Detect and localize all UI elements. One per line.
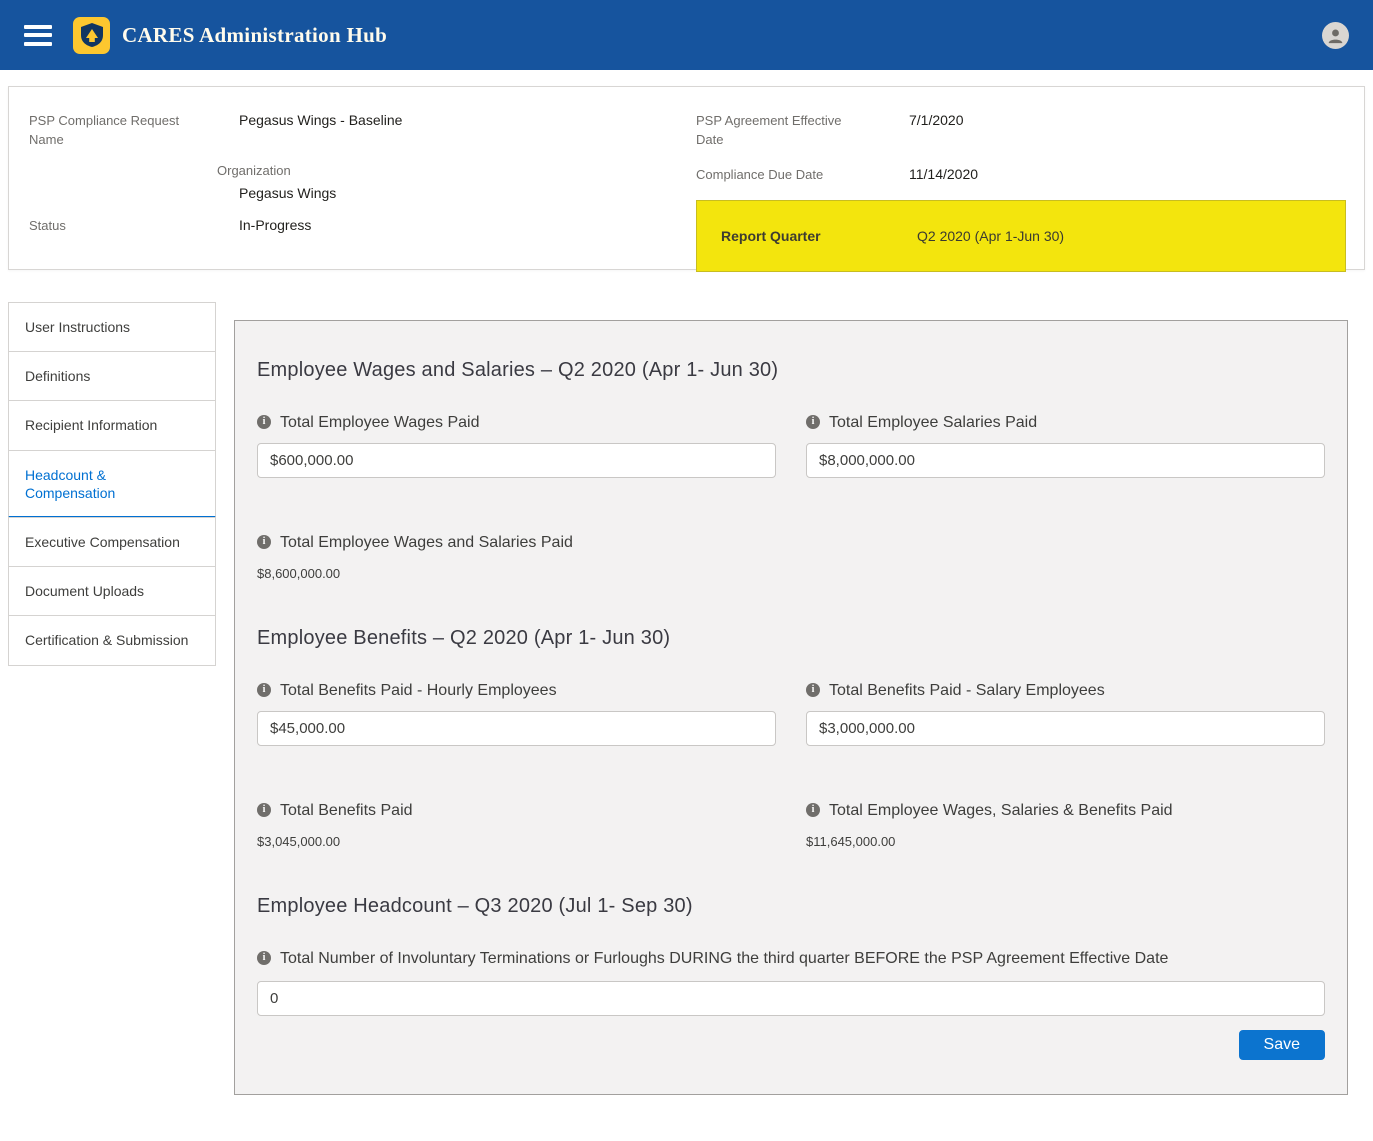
- info-icon[interactable]: [257, 803, 271, 817]
- sidebar-item-recipient-information[interactable]: Recipient Information: [8, 400, 216, 450]
- benefits-salary-label: Total Benefits Paid - Salary Employees: [829, 680, 1105, 702]
- summary-row-request-name: PSP Compliance Request Name Pegasus Wing…: [29, 111, 696, 150]
- sidebar-item-document-uploads[interactable]: Document Uploads: [8, 566, 216, 616]
- field-label-row: Total Employee Wages Paid: [257, 412, 776, 434]
- wages-salaries-section-title: Employee Wages and Salaries – Q2 2020 (A…: [257, 359, 1325, 382]
- content-area: User Instructions Definitions Recipient …: [0, 270, 1373, 1125]
- compliance-summary-card: PSP Compliance Request Name Pegasus Wing…: [8, 86, 1365, 270]
- benefits-section-title: Employee Benefits – Q2 2020 (Apr 1- Jun …: [257, 627, 1325, 650]
- info-icon[interactable]: [806, 415, 820, 429]
- computed-total-wages-salaries-benefits: Total Employee Wages, Salaries & Benefit…: [806, 800, 1325, 850]
- status-label: Status: [29, 216, 184, 236]
- total-benefits-value: $3,045,000.00: [257, 834, 776, 849]
- report-quarter-value: Q2 2020 (Apr 1-Jun 30): [917, 228, 1064, 244]
- save-button[interactable]: Save: [1239, 1030, 1325, 1060]
- field-label-row: Total Employee Wages and Salaries Paid: [257, 532, 776, 554]
- field-label-row: Total Benefits Paid - Hourly Employees: [257, 680, 776, 702]
- sidebar-item-headcount-compensation[interactable]: Headcount & Compensation: [8, 450, 216, 518]
- form-field-benefits-salary: Total Benefits Paid - Salary Employees: [806, 680, 1325, 746]
- info-icon[interactable]: [257, 951, 271, 965]
- due-date-value: 11/14/2020: [909, 165, 1346, 185]
- total-wages-salaries-benefits-label: Total Employee Wages, Salaries & Benefit…: [829, 800, 1173, 822]
- total-salaries-label: Total Employee Salaries Paid: [829, 412, 1037, 434]
- person-icon: [1327, 27, 1344, 44]
- field-label-row: Total Benefits Paid: [257, 800, 776, 822]
- field-label-row: Total Number of Involuntary Terminations…: [257, 948, 1325, 970]
- computed-total-wages-salaries: Total Employee Wages and Salaries Paid $…: [257, 532, 776, 582]
- organization-value: Pegasus Wings: [239, 184, 696, 204]
- info-icon[interactable]: [257, 683, 271, 697]
- total-wages-salaries-label: Total Employee Wages and Salaries Paid: [280, 532, 573, 554]
- total-wages-salaries-benefits-value: $11,645,000.00: [806, 834, 1325, 849]
- request-name-value: Pegasus Wings - Baseline: [239, 111, 696, 150]
- summary-left-column: PSP Compliance Request Name Pegasus Wing…: [29, 111, 696, 255]
- form-field-benefits-hourly: Total Benefits Paid - Hourly Employees: [257, 680, 776, 746]
- spacer: [29, 163, 184, 204]
- benefits-field-row: Total Benefits Paid - Hourly Employees T…: [257, 680, 1325, 746]
- report-quarter-label: Report Quarter: [721, 228, 917, 244]
- organization-stack: Organization Pegasus Wings: [239, 163, 696, 204]
- app-title: CARES Administration Hub: [122, 23, 387, 48]
- summary-row-effective-date: PSP Agreement Effective Date 7/1/2020: [696, 111, 1346, 150]
- sidebar-list: User Instructions Definitions Recipient …: [8, 302, 216, 666]
- wages-salaries-field-row: Total Employee Wages Paid Total Employee…: [257, 412, 1325, 478]
- headcount-compensation-panel: Employee Wages and Salaries – Q2 2020 (A…: [234, 320, 1348, 1095]
- hamburger-menu-icon[interactable]: [24, 25, 52, 46]
- benefits-salary-input[interactable]: [806, 711, 1325, 746]
- shield-logo-glyph: [81, 23, 103, 47]
- topbar: CARES Administration Hub: [0, 0, 1373, 70]
- benefits-hourly-input[interactable]: [257, 711, 776, 746]
- summary-row-status: Status In-Progress: [29, 216, 696, 236]
- info-icon[interactable]: [257, 415, 271, 429]
- due-date-label: Compliance Due Date: [696, 165, 851, 185]
- user-avatar-icon[interactable]: [1322, 22, 1349, 49]
- total-wages-label: Total Employee Wages Paid: [280, 412, 480, 434]
- request-name-label: PSP Compliance Request Name: [29, 111, 184, 150]
- effective-date-label: PSP Agreement Effective Date: [696, 111, 851, 150]
- computed-total-benefits: Total Benefits Paid $3,045,000.00: [257, 800, 776, 850]
- benefits-computed-row: Total Benefits Paid $3,045,000.00 Total …: [257, 800, 1325, 850]
- status-value: In-Progress: [239, 216, 696, 236]
- benefits-hourly-label: Total Benefits Paid - Hourly Employees: [280, 680, 557, 702]
- headcount-section-title: Employee Headcount – Q3 2020 (Jul 1- Sep…: [257, 895, 1325, 918]
- total-wages-salaries-value: $8,600,000.00: [257, 566, 776, 581]
- info-icon[interactable]: [806, 803, 820, 817]
- info-icon[interactable]: [257, 535, 271, 549]
- terminations-input[interactable]: [257, 981, 1325, 1016]
- save-row: Save: [257, 1030, 1325, 1060]
- sidebar-item-user-instructions[interactable]: User Instructions: [8, 302, 216, 352]
- summary-row-organization: Organization Pegasus Wings: [29, 163, 696, 204]
- total-benefits-label: Total Benefits Paid: [280, 800, 413, 822]
- terminations-label: Total Number of Involuntary Terminations…: [280, 948, 1168, 970]
- info-icon[interactable]: [806, 683, 820, 697]
- sidebar-item-certification-submission[interactable]: Certification & Submission: [8, 615, 216, 665]
- sidebar-item-definitions[interactable]: Definitions: [8, 351, 216, 401]
- total-employee-wages-input[interactable]: [257, 443, 776, 478]
- effective-date-value: 7/1/2020: [909, 111, 1346, 150]
- form-field-total-wages: Total Employee Wages Paid: [257, 412, 776, 478]
- form-field-total-salaries: Total Employee Salaries Paid: [806, 412, 1325, 478]
- report-quarter-highlight: Report Quarter Q2 2020 (Apr 1-Jun 30): [696, 200, 1346, 272]
- organization-label: Organization: [217, 163, 696, 178]
- sidebar-nav: User Instructions Definitions Recipient …: [8, 302, 216, 666]
- form-field-terminations: Total Number of Involuntary Terminations…: [257, 948, 1325, 1016]
- summary-row-due-date: Compliance Due Date 11/14/2020: [696, 165, 1346, 185]
- field-label-row: Total Employee Wages, Salaries & Benefit…: [806, 800, 1325, 822]
- field-label-row: Total Benefits Paid - Salary Employees: [806, 680, 1325, 702]
- shield-logo-icon: [73, 17, 110, 54]
- summary-right-column: PSP Agreement Effective Date 7/1/2020 Co…: [696, 111, 1346, 255]
- sidebar-item-executive-compensation[interactable]: Executive Compensation: [8, 517, 216, 567]
- wages-salaries-computed-row: Total Employee Wages and Salaries Paid $…: [257, 532, 1325, 582]
- field-label-row: Total Employee Salaries Paid: [806, 412, 1325, 434]
- total-employee-salaries-input[interactable]: [806, 443, 1325, 478]
